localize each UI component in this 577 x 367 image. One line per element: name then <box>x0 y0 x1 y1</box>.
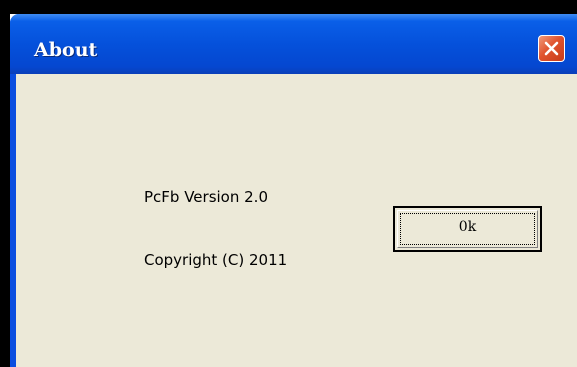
screenshot-frame: About PcFb Version 2.0 Copyright (C) 201… <box>0 0 577 367</box>
ok-button-label: 0k <box>458 219 477 235</box>
close-icon <box>544 41 559 56</box>
title-bar[interactable]: About <box>10 14 577 74</box>
about-dialog: About PcFb Version 2.0 Copyright (C) 201… <box>10 14 577 367</box>
dialog-body: PcFb Version 2.0 Copyright (C) 2011 0k <box>16 74 577 367</box>
desktop-background-top <box>0 0 577 14</box>
desktop-background-left <box>0 14 10 367</box>
copyright-label: Copyright (C) 2011 <box>144 251 288 269</box>
close-button[interactable] <box>538 35 565 62</box>
ok-button[interactable]: 0k <box>393 206 542 252</box>
version-label: PcFb Version 2.0 <box>144 188 268 206</box>
window-title: About <box>34 39 98 61</box>
